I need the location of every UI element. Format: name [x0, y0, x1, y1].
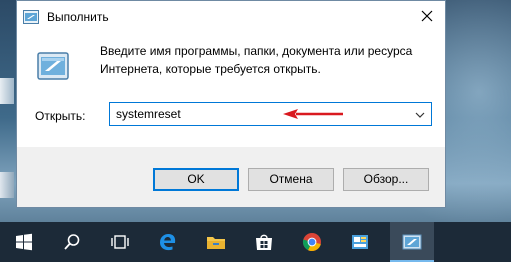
annotation-arrow-icon — [283, 109, 343, 119]
dialog-description: Введите имя программы, папки, документа … — [100, 44, 413, 76]
run-icon — [23, 10, 39, 24]
chrome-icon — [302, 233, 321, 252]
title-bar[interactable]: Выполнить — [17, 1, 445, 35]
cancel-button[interactable]: Отмена — [248, 168, 334, 191]
start-button[interactable] — [2, 222, 46, 262]
close-button[interactable] — [411, 1, 445, 33]
chrome-button[interactable] — [290, 222, 334, 262]
file-explorer-icon — [207, 237, 225, 249]
control-panel-icon — [352, 235, 368, 249]
open-combobox[interactable]: systemreset — [109, 102, 432, 126]
search-button[interactable] — [50, 222, 94, 262]
run-icon — [402, 234, 422, 250]
file-explorer-button[interactable] — [194, 222, 238, 262]
desktop-icon[interactable] — [0, 172, 14, 198]
store-icon — [256, 234, 272, 250]
search-icon — [64, 234, 80, 250]
run-taskbar-button[interactable] — [390, 222, 434, 262]
run-dialog: Выполнить Введите имя программы, папки, … — [16, 0, 446, 208]
task-view-icon — [111, 235, 129, 249]
edge-icon — [160, 234, 176, 251]
desktop-icon[interactable] — [0, 78, 14, 104]
taskbar — [0, 222, 511, 262]
control-panel-button[interactable] — [338, 222, 382, 262]
run-program-icon — [37, 51, 69, 81]
task-view-button[interactable] — [98, 222, 142, 262]
close-icon — [421, 10, 433, 22]
dialog-title: Выполнить — [47, 10, 109, 24]
chevron-down-icon[interactable] — [415, 112, 425, 118]
open-label: Открыть: — [35, 109, 86, 123]
open-input[interactable]: systemreset — [116, 107, 181, 121]
browse-button[interactable]: Обзор... — [343, 168, 429, 191]
windows-start-icon — [16, 233, 32, 251]
edge-button[interactable] — [146, 222, 190, 262]
button-area: OK Отмена Обзор... — [17, 147, 445, 207]
store-button[interactable] — [242, 222, 286, 262]
ok-button[interactable]: OK — [153, 168, 239, 191]
